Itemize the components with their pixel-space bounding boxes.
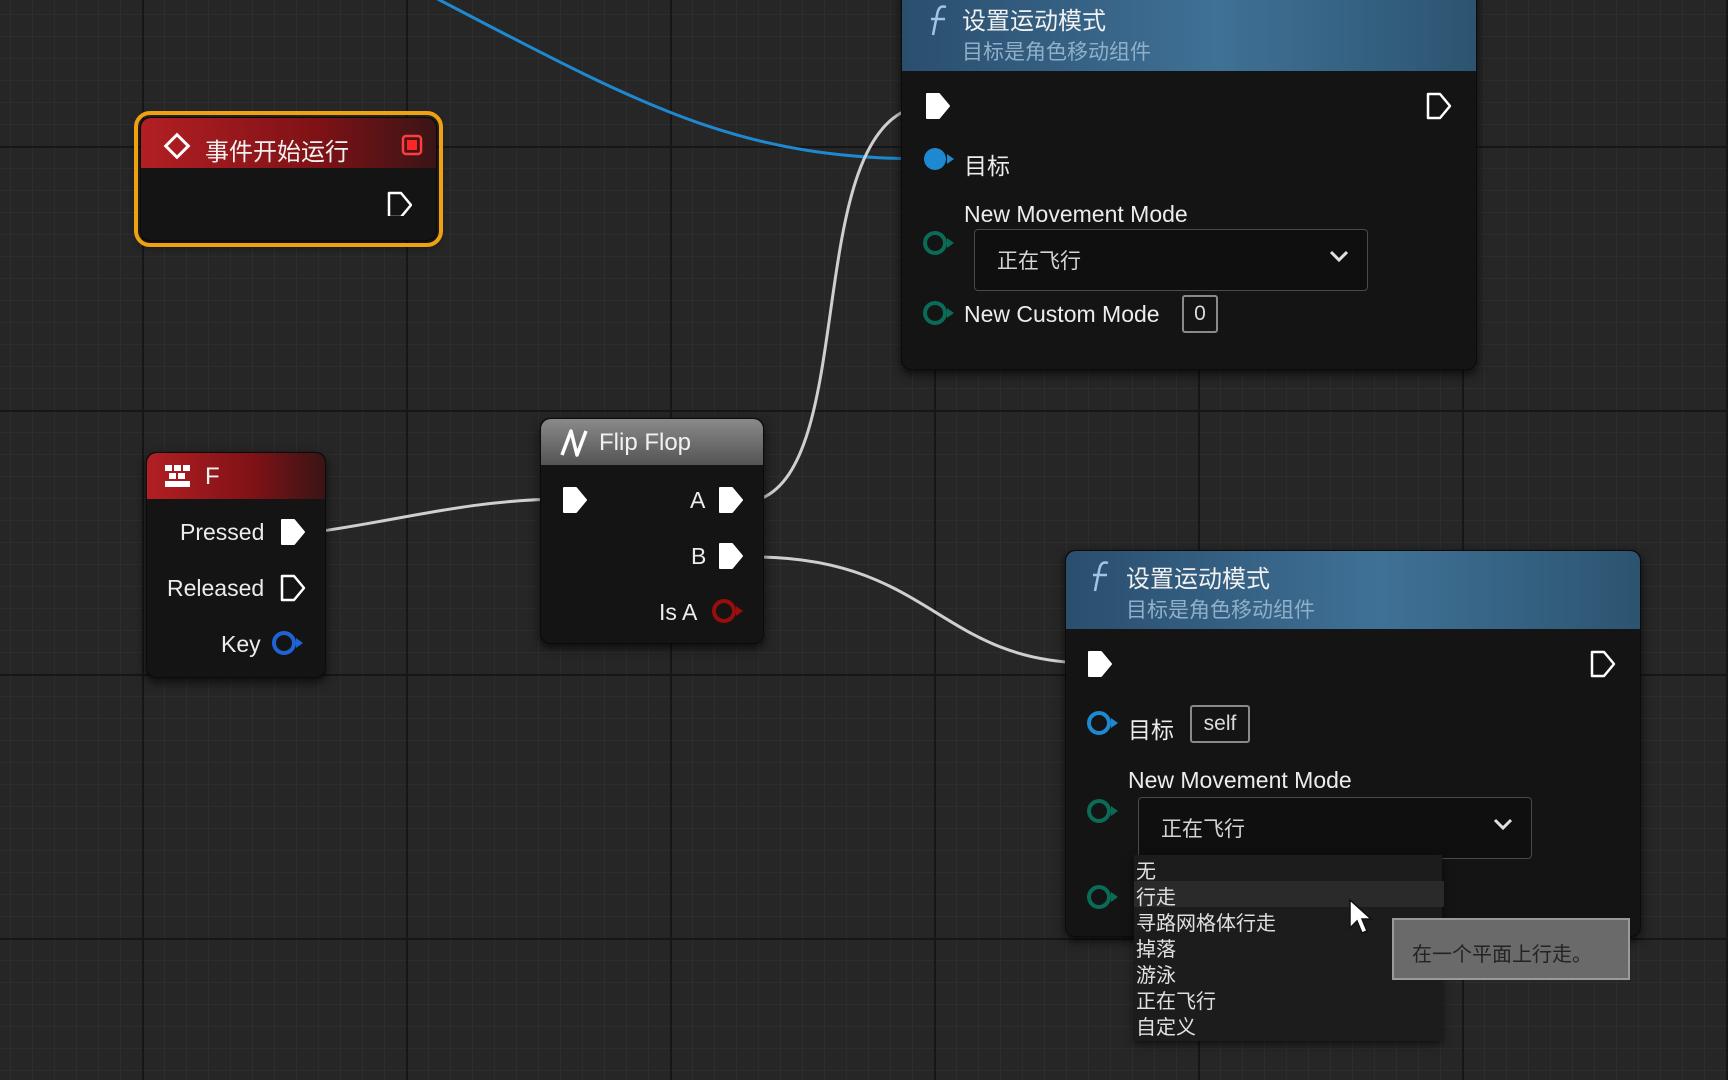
input-key-f-node[interactable]: F Pressed Released Key — [146, 452, 326, 678]
menu-item-flying[interactable]: 正在飞行 — [1136, 985, 1216, 1013]
exec-pressed-pin-icon[interactable] — [279, 517, 307, 547]
node-title: F — [205, 463, 220, 490]
byte-pin-icon[interactable] — [1086, 883, 1120, 911]
exec-out-pin-icon[interactable] — [1425, 91, 1453, 121]
mouse-cursor-icon — [1349, 898, 1373, 934]
dropdown-value: 正在飞行 — [1161, 818, 1245, 841]
node-title: 设置运动模式 — [962, 8, 1106, 35]
menu-item-none[interactable]: 无 — [1136, 855, 1156, 883]
exec-in-pin-icon[interactable] — [561, 485, 589, 515]
exec-wire-pressed-to-flipflop — [321, 497, 561, 533]
menu-item-navmesh-walking[interactable]: 寻路网格体行走 — [1136, 907, 1276, 935]
node-title: 设置运动模式 — [1126, 566, 1270, 593]
node-title: 事件开始运行 — [205, 139, 349, 166]
node-subtitle: 目标是角色移动组件 — [1126, 599, 1315, 622]
object-wire-target — [436, 0, 936, 161]
pin-label-new-movement-mode: New Movement Mode — [964, 201, 1188, 227]
struct-key-pin-icon[interactable] — [271, 629, 305, 657]
exec-a-pin-icon[interactable] — [717, 485, 745, 515]
pin-label-new-custom-mode: New Custom Mode — [964, 301, 1160, 327]
target-object-pin-icon[interactable] — [922, 145, 956, 173]
exec-in-pin-icon[interactable] — [924, 91, 952, 121]
node-title: Flip Flop — [599, 429, 692, 456]
bool-pin-icon[interactable] — [711, 597, 745, 625]
event-diamond-icon — [163, 132, 191, 160]
enum-pin-icon[interactable] — [922, 229, 956, 257]
target-self-value[interactable]: self — [1190, 705, 1250, 743]
menu-item-falling[interactable]: 掉落 — [1136, 933, 1176, 961]
function-icon — [1093, 561, 1109, 592]
custom-mode-input[interactable]: 0 — [1182, 295, 1218, 333]
pin-label-new-movement-mode: New Movement Mode — [1128, 767, 1352, 793]
pin-label-target: 目标 — [1128, 717, 1174, 743]
pin-label-target: 目标 — [964, 153, 1010, 179]
menu-item-custom[interactable]: 自定义 — [1136, 1011, 1196, 1039]
pin-label-released: Released — [167, 575, 265, 601]
exec-released-pin-icon[interactable] — [279, 573, 307, 603]
chevron-down-icon — [1329, 250, 1349, 263]
movement-mode-dropdown[interactable]: 正在飞行 — [974, 229, 1368, 291]
pin-label-b: B — [691, 543, 707, 569]
keyboard-icon — [165, 465, 190, 487]
node-subtitle: 目标是角色移动组件 — [962, 41, 1151, 64]
pin-label-pressed: Pressed — [180, 519, 265, 545]
flip-flop-node[interactable]: Flip Flop A B Is A — [540, 418, 764, 644]
byte-pin-icon[interactable] — [922, 299, 956, 327]
exec-wire-b-to-set-mode-2 — [759, 555, 1086, 665]
pin-label-a: A — [690, 487, 706, 513]
exec-in-pin-icon[interactable] — [1086, 649, 1114, 679]
menu-item-swimming[interactable]: 游泳 — [1136, 959, 1176, 987]
set-movement-mode-node-1[interactable]: 设置运动模式 目标是角色移动组件 目标 New Movement Mode 正在… — [901, 0, 1477, 370]
movement-mode-dropdown[interactable]: 正在飞行 — [1138, 797, 1532, 859]
chevron-down-icon — [1493, 818, 1513, 831]
target-object-pin-icon[interactable] — [1086, 709, 1120, 737]
menu-item-tooltip: 在一个平面上行走。 — [1392, 918, 1630, 980]
dropdown-value: 正在飞行 — [997, 250, 1081, 273]
function-icon — [931, 5, 947, 36]
macro-icon — [560, 429, 588, 457]
delegate-pin-icon[interactable] — [401, 134, 423, 156]
exec-out-pin-icon[interactable] — [1589, 649, 1617, 679]
event-begin-play-node[interactable]: 事件开始运行 — [134, 111, 443, 247]
exec-b-pin-icon[interactable] — [717, 541, 745, 571]
enum-pin-icon[interactable] — [1086, 797, 1120, 825]
menu-item-walking[interactable]: 行走 — [1134, 881, 1444, 909]
exec-out-pin-icon[interactable] — [386, 190, 412, 216]
pin-label-is-a: Is A — [659, 599, 698, 625]
pin-label-key: Key — [221, 631, 261, 657]
